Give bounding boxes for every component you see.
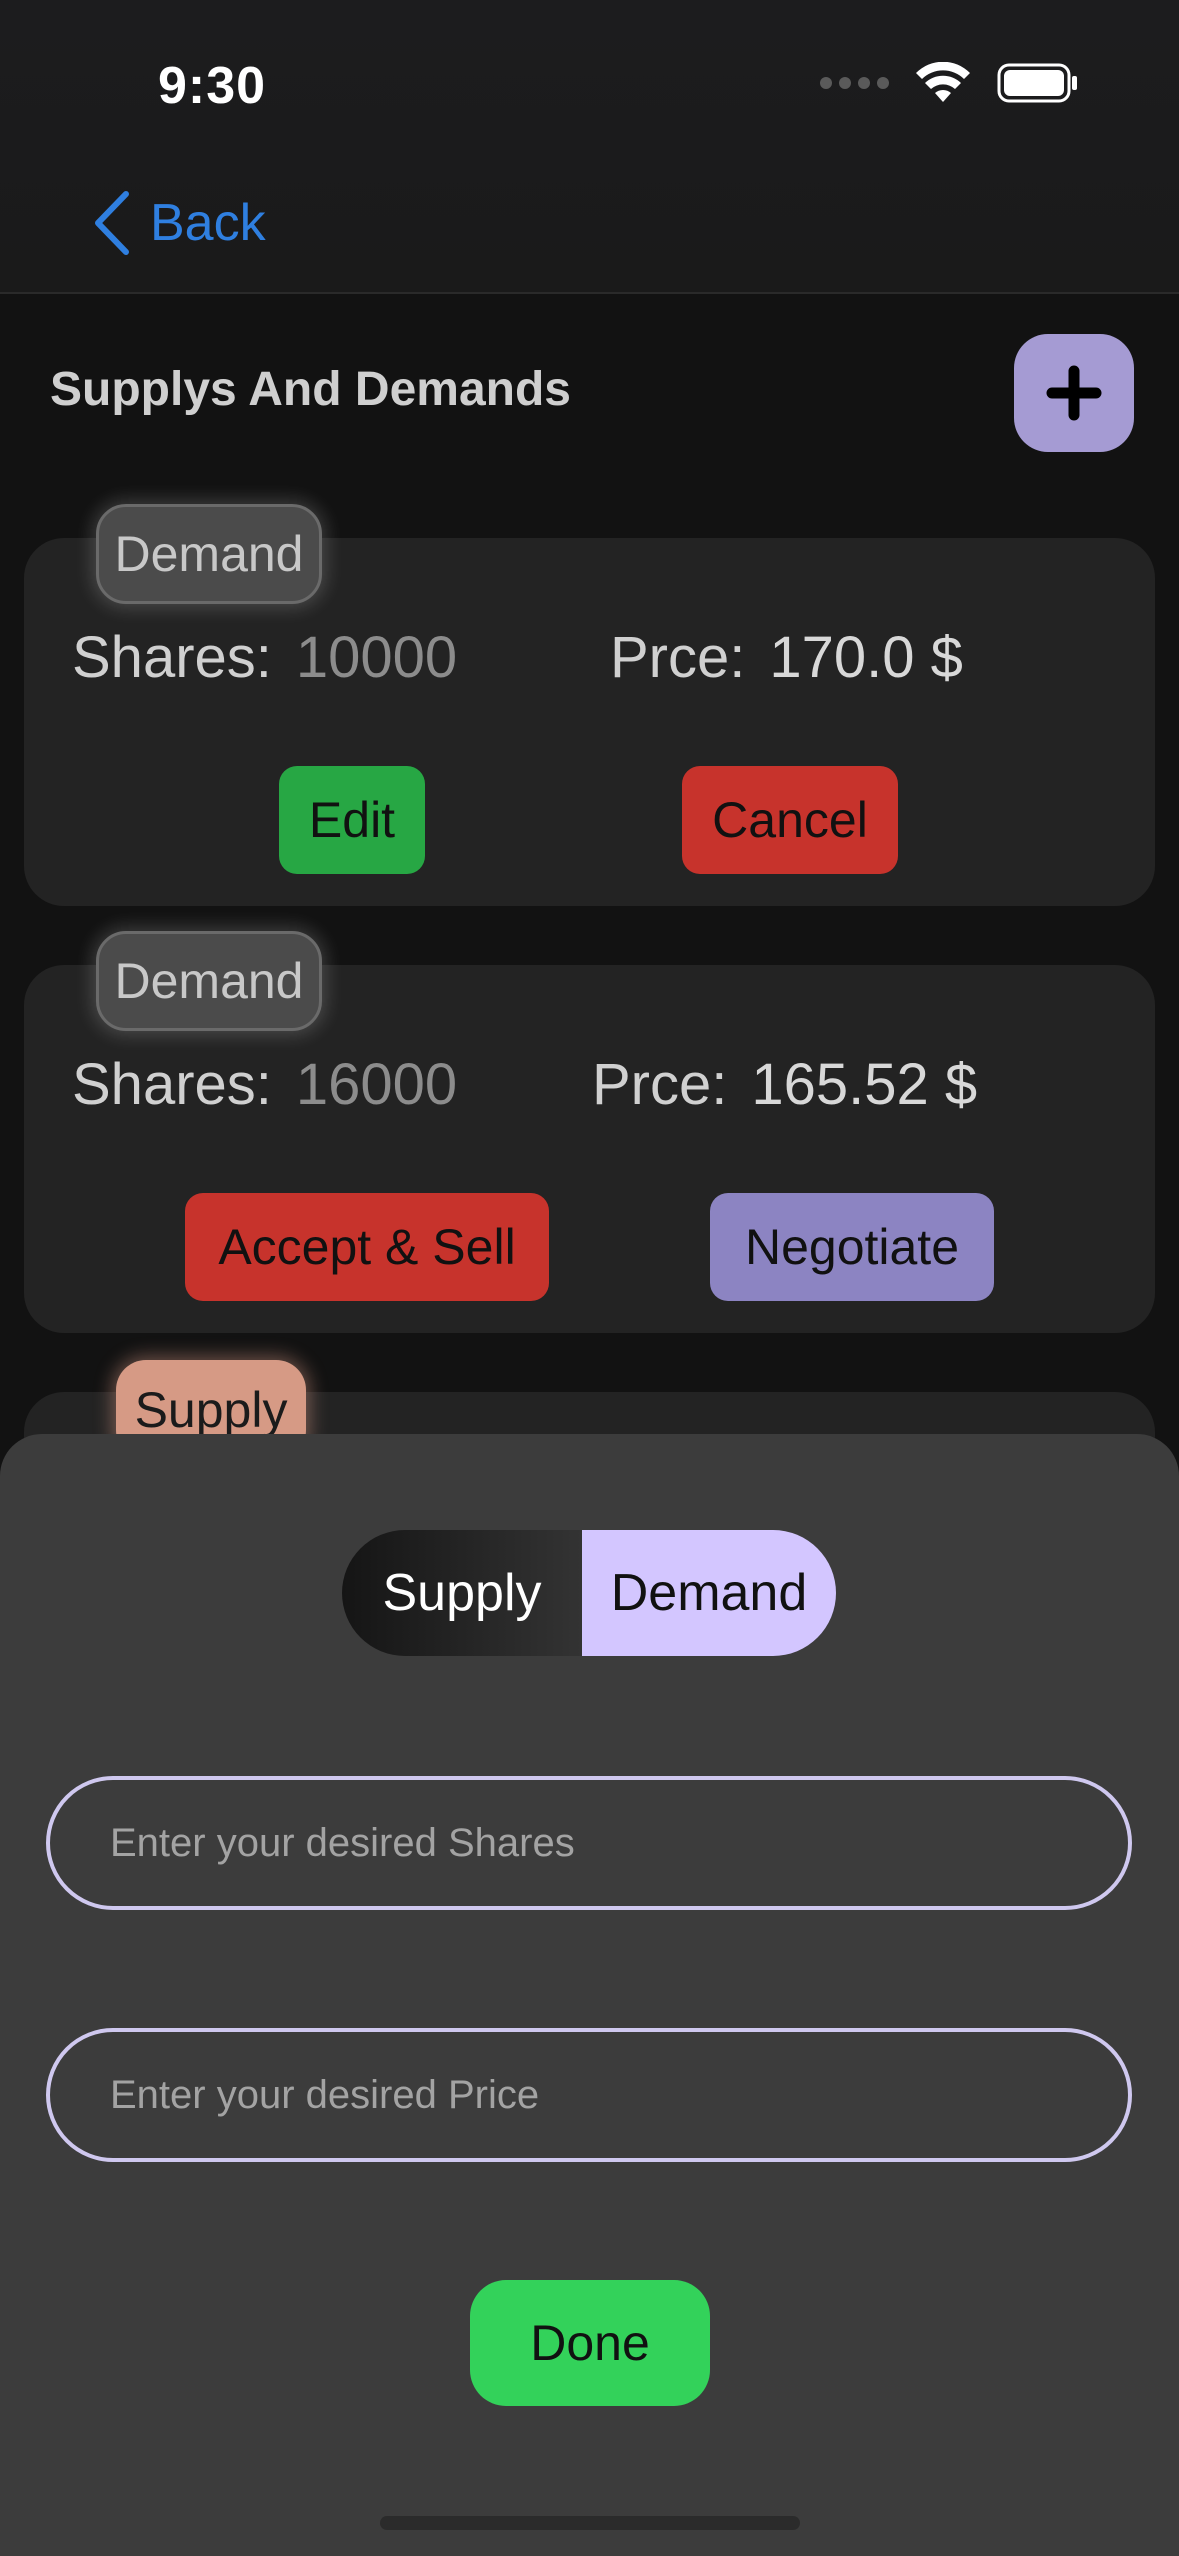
price-row: Prce: 170.0 $ bbox=[610, 624, 963, 691]
plus-icon bbox=[1046, 365, 1102, 421]
order-type-badge: Demand bbox=[96, 931, 322, 1031]
shares-row: Shares: 16000 bbox=[72, 1051, 457, 1118]
shares-input[interactable] bbox=[110, 1820, 1128, 1866]
done-button[interactable]: Done bbox=[470, 2280, 710, 2406]
price-value: 165.52 $ bbox=[751, 1052, 978, 1117]
shares-value: 10000 bbox=[295, 625, 458, 690]
order-card: Demand Shares: 16000 Prce: 165.52 $ Accept… bbox=[24, 931, 1155, 1333]
price-input[interactable] bbox=[110, 2072, 1128, 2118]
order-type-badge: Demand bbox=[96, 504, 322, 604]
price-label: Prce: bbox=[592, 1052, 728, 1117]
segment-demand[interactable]: Demand bbox=[582, 1530, 836, 1656]
status-time: 9:30 bbox=[158, 57, 267, 115]
back-label: Back bbox=[150, 194, 266, 252]
status-icons bbox=[820, 62, 1079, 104]
accept-sell-button[interactable]: Accept & Sell bbox=[185, 1193, 549, 1301]
shares-value: 16000 bbox=[295, 1052, 458, 1117]
order-card: Demand Shares: 10000 Prce: 170.0 $ Edit Ca… bbox=[24, 504, 1155, 906]
add-button[interactable] bbox=[1014, 334, 1134, 452]
edit-button[interactable]: Edit bbox=[279, 766, 425, 874]
shares-label: Shares: bbox=[72, 1052, 272, 1117]
shares-row: Shares: 10000 bbox=[72, 624, 457, 691]
price-label: Prce: bbox=[610, 625, 746, 690]
order-type-segmented-control[interactable]: Supply Demand bbox=[342, 1530, 836, 1656]
cellular-signal-icon bbox=[820, 77, 889, 89]
page-title: Supplys And Demands bbox=[50, 363, 571, 416]
shares-field[interactable] bbox=[46, 1776, 1132, 1910]
back-button[interactable]: Back bbox=[92, 190, 266, 256]
price-row: Prce: 165.52 $ bbox=[592, 1051, 977, 1118]
home-indicator bbox=[380, 2516, 800, 2530]
chevron-left-icon bbox=[95, 191, 129, 255]
negotiate-button[interactable]: Negotiate bbox=[710, 1193, 994, 1301]
segment-supply[interactable]: Supply bbox=[342, 1530, 582, 1656]
battery-icon bbox=[997, 63, 1077, 103]
cancel-button[interactable]: Cancel bbox=[682, 766, 898, 874]
new-order-sheet: Supply Demand Done bbox=[0, 1434, 1179, 2556]
navigation-bar: 9:30 Back bbox=[0, 0, 1179, 294]
price-value: 170.0 $ bbox=[769, 625, 963, 690]
shares-label: Shares: bbox=[72, 625, 272, 690]
price-field[interactable] bbox=[46, 2028, 1132, 2162]
wifi-icon bbox=[916, 62, 970, 102]
